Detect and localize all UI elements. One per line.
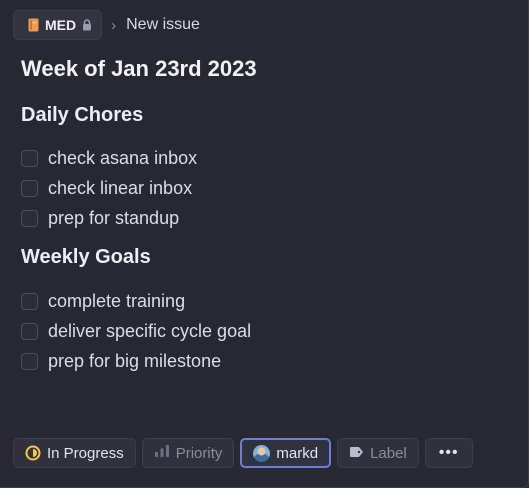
status-button[interactable]: In Progress — [13, 438, 136, 468]
list-item-label: complete training — [48, 290, 186, 311]
list-item-label: prep for standup — [48, 207, 180, 228]
priority-label: Priority — [175, 444, 223, 462]
list-item: check asana inbox — [21, 143, 197, 173]
list-item: check linear inbox — [21, 173, 197, 203]
list-item: prep for standup — [21, 203, 197, 233]
checkbox[interactable] — [21, 149, 38, 167]
breadcrumb-current: New issue — [126, 16, 200, 33]
status-label: In Progress — [47, 444, 124, 462]
issue-properties-toolbar: In Progress Priority markd Label ••• — [13, 438, 473, 468]
label-button[interactable]: Label — [337, 438, 419, 468]
checkbox[interactable] — [21, 352, 38, 370]
checkbox[interactable] — [21, 179, 38, 197]
section-heading-weekly: Weekly Goals — [21, 246, 151, 268]
in-progress-icon — [25, 445, 41, 461]
more-icon: ••• — [438, 444, 459, 461]
list-item: complete training — [21, 286, 251, 316]
priority-bars-icon — [154, 444, 170, 462]
assignee-button[interactable]: markd — [240, 438, 332, 468]
checkbox[interactable] — [21, 209, 38, 227]
avatar — [253, 444, 271, 462]
list-item-label: check linear inbox — [48, 177, 193, 198]
section-heading-daily: Daily Chores — [21, 104, 144, 126]
issue-title[interactable]: Week of Jan 23rd 2023 — [21, 56, 257, 82]
list-item: prep for big milestone — [21, 346, 251, 376]
checklist-daily: check asana inbox check linear inbox pre… — [21, 143, 197, 233]
list-item-label: check asana inbox — [48, 147, 198, 168]
priority-button[interactable]: Priority — [141, 438, 235, 468]
checklist-weekly: complete training deliver specific cycle… — [21, 286, 251, 376]
team-button[interactable]: MED — [13, 10, 103, 40]
team-name: MED — [45, 17, 77, 33]
book-icon — [28, 18, 39, 32]
list-item-label: deliver specific cycle goal — [48, 320, 252, 341]
list-item-label: prep for big milestone — [48, 350, 222, 371]
lock-icon — [82, 19, 92, 31]
label-tag-icon — [349, 445, 364, 462]
checkbox[interactable] — [21, 292, 38, 310]
assignee-label: markd — [276, 444, 319, 462]
list-item: deliver specific cycle goal — [21, 316, 251, 346]
checkbox[interactable] — [21, 322, 38, 340]
breadcrumb-separator: › — [111, 16, 117, 34]
breadcrumb: MED › New issue — [13, 10, 200, 40]
more-button[interactable]: ••• — [424, 438, 473, 468]
label-text: Label — [370, 444, 407, 462]
